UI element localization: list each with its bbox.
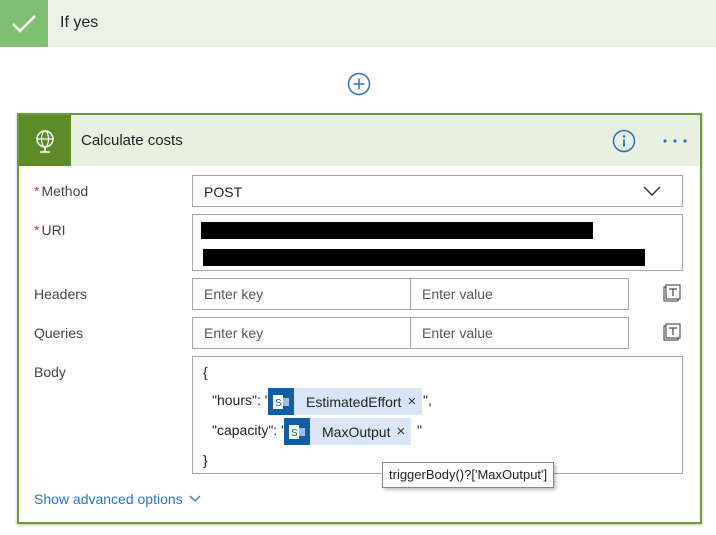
card-header[interactable]: Calculate costs — [19, 115, 700, 166]
uri-label: * URI — [34, 222, 66, 238]
headers-key-input[interactable]: Enter key — [204, 286, 263, 302]
queries-label: Queries — [34, 325, 84, 341]
queries-value-input[interactable]: Enter value — [422, 325, 493, 341]
dynamic-content-token[interactable]: S MaxOutput × — [284, 418, 412, 445]
method-value: POST — [204, 184, 243, 200]
switch-to-text-mode-icon[interactable] — [662, 322, 682, 342]
method-label: * Method — [34, 183, 89, 199]
switch-to-text-mode-icon[interactable] — [662, 283, 682, 303]
close-icon[interactable]: × — [396, 423, 411, 440]
show-advanced-options-link[interactable]: Show advanced options — [34, 491, 201, 507]
svg-text:S: S — [275, 398, 282, 409]
dynamic-content-token[interactable]: S EstimatedEffort × — [268, 388, 423, 415]
queries-key-input[interactable]: Enter key — [204, 325, 263, 341]
more-options-icon[interactable] — [662, 131, 688, 151]
uri-field[interactable] — [192, 214, 683, 271]
body-hours-suffix: ", — [423, 392, 432, 408]
body-label: Body — [34, 364, 66, 380]
headers-value-input[interactable]: Enter value — [422, 286, 493, 302]
sharepoint-icon: S — [284, 418, 310, 445]
chevron-down-icon — [189, 495, 201, 502]
token-tooltip: triggerBody()?['MaxOutput'] — [382, 462, 555, 488]
headers-row: Enter key Enter value — [192, 278, 629, 310]
queries-row: Enter key Enter value — [192, 317, 629, 349]
body-capacity-key: "capacity": " — [212, 422, 287, 438]
if-yes-branch-header[interactable]: If yes — [0, 0, 716, 47]
info-icon[interactable] — [612, 129, 636, 153]
redacted-block — [201, 222, 593, 239]
redacted-block — [203, 249, 645, 266]
token-label: EstimatedEffort — [306, 393, 402, 410]
branch-title: If yes — [60, 14, 99, 31]
action-title: Calculate costs — [81, 132, 183, 149]
globe-icon — [19, 115, 71, 166]
method-select[interactable]: POST — [192, 175, 683, 207]
chevron-down-icon — [642, 184, 662, 198]
body-capacity-suffix: " — [417, 422, 422, 438]
plus-circle-icon — [347, 72, 371, 96]
svg-text:S: S — [291, 428, 298, 439]
token-label: MaxOutput — [322, 423, 391, 440]
body-close-brace: } — [203, 452, 208, 468]
sharepoint-icon: S — [268, 388, 294, 415]
headers-label: Headers — [34, 286, 87, 302]
checkmark-icon — [0, 0, 48, 47]
body-open-brace: { — [203, 364, 208, 380]
http-action-card: Calculate costs * Method POST * URI Head… — [17, 113, 702, 524]
body-editor[interactable]: { "hours": " S EstimatedEffort × ", "cap… — [192, 356, 683, 474]
body-hours-key: "hours": " — [212, 392, 270, 408]
add-step-button[interactable] — [347, 72, 371, 96]
close-icon[interactable]: × — [407, 393, 422, 410]
